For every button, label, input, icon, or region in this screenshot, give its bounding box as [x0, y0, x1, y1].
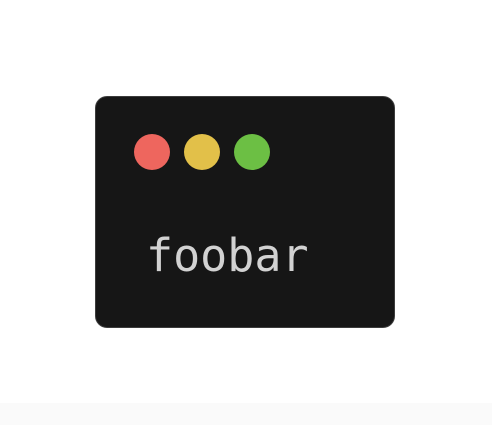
terminal-window: foobar [95, 96, 395, 328]
maximize-dot-icon[interactable] [234, 134, 270, 170]
minimize-dot-icon[interactable] [184, 134, 220, 170]
close-dot-icon[interactable] [134, 134, 170, 170]
terminal-output-text: foobar [146, 229, 309, 282]
page-bottom-band [0, 403, 492, 425]
window-controls [134, 134, 270, 170]
